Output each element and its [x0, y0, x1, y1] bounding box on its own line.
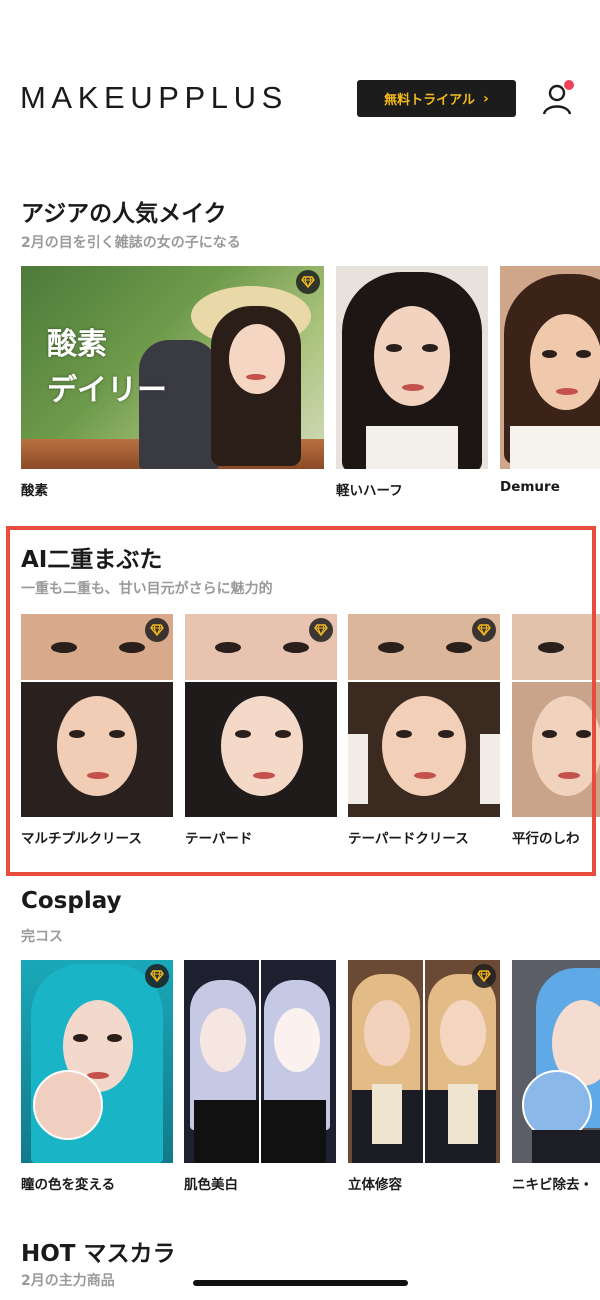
cosplay-thumbnail: [184, 960, 336, 1163]
cosplay-carousel[interactable]: 瞳の色を変える 肌色美白 立体修容 ニキビ除去・: [0, 960, 600, 1210]
cosplay-label: 肌色美白: [184, 1177, 238, 1193]
look-label: 酸素: [21, 483, 48, 499]
section-title: アジアの人気メイク: [21, 201, 227, 227]
cosplay-label: 瞳の色を変える: [21, 1177, 116, 1193]
eyelid-card-parallel-crease[interactable]: 平行のしわ: [512, 614, 600, 847]
look-label: Demure: [500, 479, 560, 495]
section-subtitle: 完コス: [21, 929, 63, 945]
look-thumbnail: [336, 266, 488, 469]
eyelid-label: テーパード: [185, 831, 253, 847]
cosplay-card-acne-removal[interactable]: ニキビ除去・: [512, 960, 600, 1193]
eyelid-thumbnail: [348, 614, 500, 817]
cosplay-card-skin-whitening[interactable]: 肌色美白: [184, 960, 336, 1193]
look-card-sanso[interactable]: 酸素 デイリー 酸素: [21, 266, 324, 499]
diamond-icon: [472, 618, 496, 642]
eyelid-label: マルチプルクリース: [21, 831, 142, 847]
section-subtitle: 2月の目を引く雑誌の女の子になる: [21, 235, 241, 251]
cosplay-label: ニキビ除去・: [512, 1177, 593, 1193]
eyelid-card-multiple-crease[interactable]: マルチプルクリース: [21, 614, 173, 847]
eyelid-label: テーパードクリース: [348, 831, 469, 847]
look-card-light-half[interactable]: 軽いハーフ: [336, 266, 488, 499]
cosplay-label: 立体修容: [348, 1177, 402, 1193]
section-title: Cosplay: [21, 888, 122, 914]
free-trial-label: 無料トライアル: [384, 93, 476, 108]
diamond-icon: [296, 270, 320, 294]
user-profile-button[interactable]: [540, 80, 578, 118]
eyelid-card-tapered-crease[interactable]: テーパードクリース: [348, 614, 500, 847]
notification-dot: [564, 80, 574, 90]
section-subtitle: 一重も二重も、甘い目元がさらに魅力的: [21, 581, 273, 597]
chevron-right-icon: ›: [483, 90, 489, 107]
cosplay-card-eye-color[interactable]: 瞳の色を変える: [21, 960, 173, 1193]
app-header: MAKEUPPLUS 無料トライアル ›: [0, 0, 600, 150]
section-title: HOT マスカラ: [21, 1241, 176, 1267]
look-thumbnail: 酸素 デイリー: [21, 266, 324, 469]
cosplay-thumbnail: [348, 960, 500, 1163]
look-label: 軽いハーフ: [336, 483, 403, 499]
home-indicator[interactable]: [193, 1280, 408, 1286]
free-trial-button[interactable]: 無料トライアル ›: [357, 80, 516, 117]
cosplay-thumbnail: [512, 960, 600, 1163]
section-subtitle: 2月の主力商品: [21, 1273, 115, 1289]
look-card-demure[interactable]: Demure: [500, 266, 600, 495]
diamond-icon: [145, 618, 169, 642]
look-overlay-text: 酸素 デイリー: [47, 327, 167, 408]
eyelid-thumbnail: [21, 614, 173, 817]
eyelid-thumbnail: [512, 614, 600, 817]
diamond-icon: [145, 964, 169, 988]
look-carousel[interactable]: 酸素 デイリー 酸素 軽いハーフ Demure: [0, 266, 600, 516]
look-thumbnail: [500, 266, 600, 469]
cosplay-card-contouring[interactable]: 立体修容: [348, 960, 500, 1193]
diamond-icon: [309, 618, 333, 642]
eyelid-thumbnail: [185, 614, 337, 817]
cosplay-thumbnail: [21, 960, 173, 1163]
section-title: AI二重まぶた: [21, 547, 163, 573]
eyelid-label: 平行のしわ: [512, 831, 580, 847]
diamond-icon: [472, 964, 496, 988]
app-logo: MAKEUPPLUS: [20, 80, 288, 115]
eyelid-card-tapered[interactable]: テーパード: [185, 614, 337, 847]
eyelid-carousel[interactable]: マルチプルクリース テーパード テーパードクリース 平行のしわ: [0, 614, 600, 864]
